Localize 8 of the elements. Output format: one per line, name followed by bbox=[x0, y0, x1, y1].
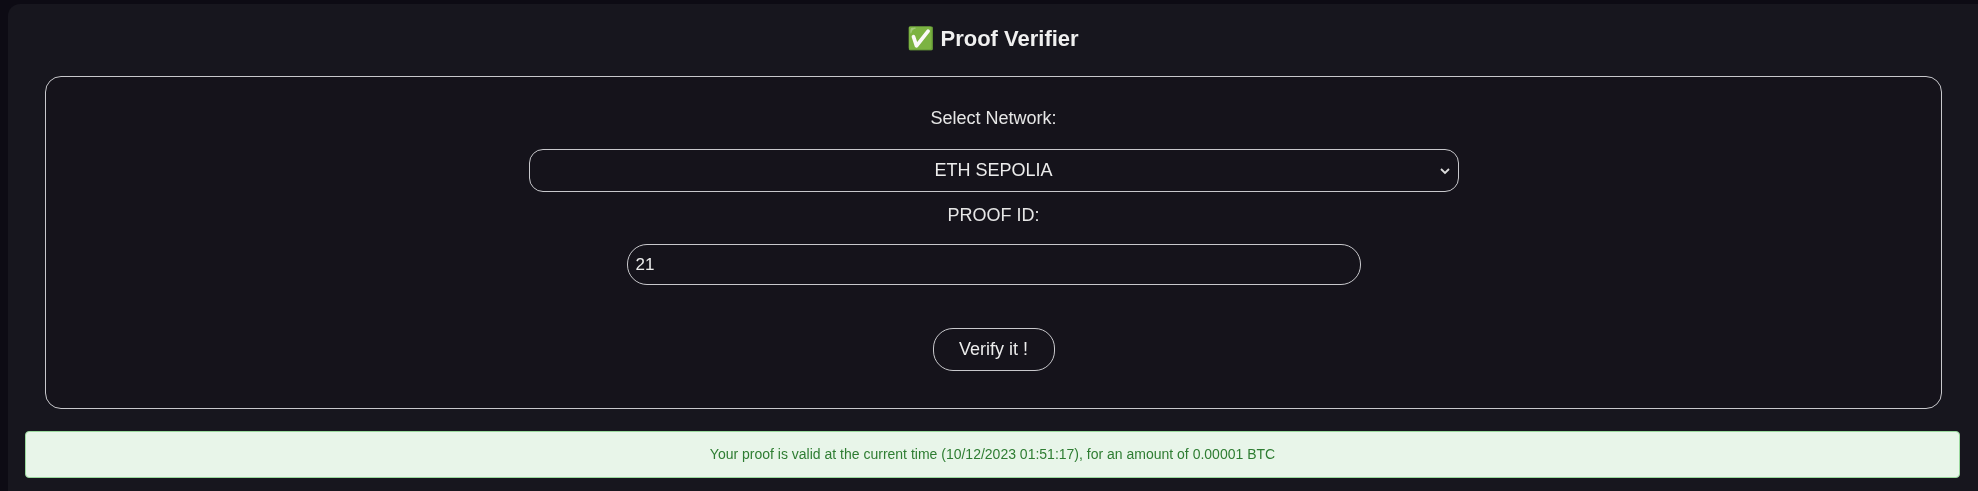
chevron-down-icon bbox=[1439, 167, 1450, 175]
status-alert: Your proof is valid at the current time (10/12/2023 01:51:17), for an amount of 0.00001 BTC bbox=[25, 431, 1960, 478]
proof-id-field[interactable]: 21 bbox=[626, 244, 1361, 285]
network-select[interactable]: ETH SEPOLIA bbox=[528, 149, 1459, 192]
verify-button[interactable]: Verify it ! bbox=[932, 328, 1055, 371]
proof-id-label: PROOF ID: bbox=[947, 204, 1040, 227]
page-title: ✅ Proof Verifier bbox=[907, 25, 1079, 53]
network-label: Select Network: bbox=[930, 107, 1057, 130]
